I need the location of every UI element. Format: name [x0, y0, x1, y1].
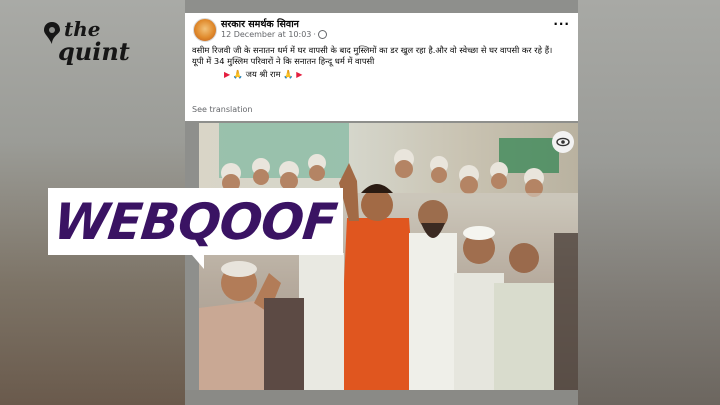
background-bottom — [185, 390, 578, 405]
post-line-1: वसीम रिजवी जी के सनातन धर्म में घर वापसी… — [192, 45, 553, 55]
banner-text: WEBQOOF — [51, 192, 340, 251]
more-options-icon[interactable]: ··· — [553, 17, 570, 31]
post-timestamp[interactable]: 12 December at 10:03 — [221, 30, 311, 39]
hands-icon: 🙏 — [232, 69, 244, 79]
hands-icon: 🙏 — [283, 69, 294, 79]
globe-icon — [317, 30, 327, 39]
facebook-post: सरकार समर्थक सिवान 12 December at 10:03 … — [185, 13, 578, 121]
logo-text-quint: quint — [58, 37, 130, 66]
flag-icon: ▶ — [224, 70, 231, 79]
webqoof-banner: WEBQOOF — [48, 188, 343, 255]
post-meta: 12 December at 10:03 · — [221, 30, 327, 39]
flag-icon: ▶ — [296, 70, 303, 79]
eye-icon[interactable] — [552, 131, 574, 153]
page-avatar[interactable] — [193, 18, 217, 42]
the-quint-logo: the quint — [44, 18, 130, 68]
post-photo[interactable] — [199, 123, 578, 390]
post-body: वसीम रिजवी जी के सनातन धर्म में घर वापसी… — [192, 45, 570, 80]
post-line-3: ▶ 🙏 जय श्री राम 🙏 ▶ — [192, 69, 570, 80]
see-translation-link[interactable]: See translation — [192, 105, 252, 114]
post-line-3-text: जय श्री राम — [245, 69, 281, 79]
page-name[interactable]: सरकार समर्थक सिवान — [221, 17, 299, 30]
background-right — [578, 0, 720, 405]
banner-tail — [192, 255, 204, 269]
photo-crowd — [199, 123, 578, 390]
post-line-2: यूपी में 34 मुस्लिम परिवारों ने कि सनातन… — [192, 56, 375, 66]
